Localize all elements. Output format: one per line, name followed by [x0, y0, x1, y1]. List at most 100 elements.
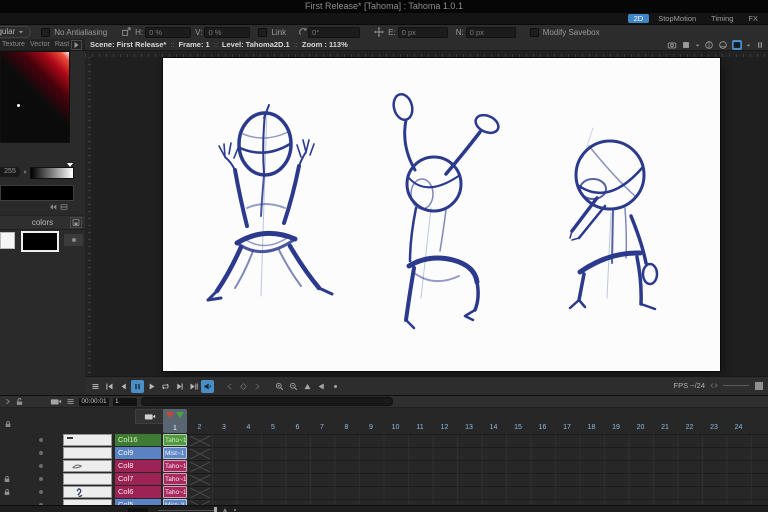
scale-h-field[interactable]: 0 % [145, 27, 191, 38]
frame-number-20[interactable]: 20 [629, 423, 653, 433]
layer-name[interactable]: Col9 [115, 447, 161, 459]
layer-thumbnail[interactable] [63, 473, 112, 485]
frame-number-13[interactable]: 13 [457, 423, 481, 433]
frame-number-10[interactable]: 10 [384, 423, 408, 433]
menu-button[interactable] [89, 380, 102, 393]
sound-button[interactable] [201, 380, 214, 393]
layer-thumbnail[interactable] [63, 434, 112, 446]
chevron-right-icon[interactable] [4, 398, 11, 405]
time-field[interactable]: 00:00:01 [79, 398, 109, 406]
frame-number-9[interactable]: 9 [359, 423, 383, 433]
zoom-step-icon[interactable] [222, 507, 228, 512]
field-guide-button[interactable] [718, 40, 728, 50]
cell-frame-1[interactable]: Taho~1 [163, 434, 187, 446]
layer-name[interactable]: Col16 [115, 434, 161, 446]
frame-field[interactable]: 1 [113, 398, 137, 406]
color-picker-cursor[interactable] [17, 104, 20, 107]
camera-view-button[interactable] [667, 40, 677, 50]
layer-lock-icon[interactable] [3, 488, 11, 496]
camera-icon[interactable] [50, 397, 62, 406]
no-antialiasing-checkbox[interactable] [41, 28, 50, 37]
gradient-slider-handle[interactable] [67, 163, 73, 167]
pause-button[interactable] [131, 380, 144, 393]
layer-thumbnail[interactable] [63, 486, 112, 498]
frame-number-14[interactable]: 14 [482, 423, 506, 433]
layer-visibility-toggle[interactable] [39, 477, 43, 481]
layer-visibility-toggle[interactable] [39, 464, 43, 468]
fps-carets-icon[interactable] [710, 382, 718, 389]
rewind-icon[interactable] [49, 203, 57, 211]
view-mode-caret-icon[interactable] [695, 43, 700, 48]
frame-number-22[interactable]: 22 [678, 423, 702, 433]
cell-frame-1[interactable]: Mist~1 [163, 447, 187, 459]
frame-number-4[interactable]: 4 [237, 423, 261, 433]
frame-number-8[interactable]: 8 [335, 423, 359, 433]
zoom-dot-icon[interactable] [232, 507, 238, 512]
swatch-add-button[interactable] [63, 233, 84, 247]
style-tab-texture[interactable]: Texture [2, 41, 25, 48]
skip-end-button[interactable] [187, 380, 200, 393]
key-marker-button[interactable] [237, 380, 250, 393]
style-tab-vector[interactable]: Vector [30, 41, 50, 48]
camera-column-header[interactable] [135, 409, 164, 424]
zoom-in-button[interactable] [273, 380, 286, 393]
flip-horizontal-button[interactable] [315, 380, 328, 393]
frame-number-7[interactable]: 7 [310, 423, 334, 433]
fps-slider-handle[interactable] [754, 381, 764, 391]
frame-number-1[interactable]: 1 [163, 425, 187, 432]
room-tab-timing[interactable]: Timing [705, 14, 739, 23]
frame-number-15[interactable]: 15 [506, 423, 530, 433]
cell-frame-1[interactable]: Taho~1 [163, 486, 187, 498]
step-forward-button[interactable] [173, 380, 186, 393]
list-icon[interactable] [60, 203, 68, 211]
next-drawing-button[interactable] [251, 380, 264, 393]
unlock-icon[interactable] [15, 397, 24, 406]
current-frame-header[interactable]: 1 [163, 409, 187, 433]
skip-start-button[interactable] [103, 380, 116, 393]
play-button[interactable] [145, 380, 158, 393]
tabs-overflow-button[interactable] [71, 40, 82, 50]
loop-button[interactable] [159, 380, 172, 393]
frame-slider-track[interactable] [141, 397, 393, 406]
reset-view-button[interactable] [329, 380, 342, 393]
safe-area-button[interactable] [704, 40, 714, 50]
frame-number-24[interactable]: 24 [727, 423, 751, 433]
modify-savebox-checkbox[interactable] [530, 28, 539, 37]
frame-number-23[interactable]: 23 [702, 423, 726, 433]
xsheet-zoom-handle[interactable] [214, 507, 217, 512]
layer-lock-icon[interactable] [3, 475, 11, 483]
preview-button[interactable] [732, 40, 742, 50]
style-tab-rast[interactable]: Rast [55, 41, 69, 48]
layer-visibility-toggle[interactable] [39, 438, 43, 442]
frame-number-18[interactable]: 18 [580, 423, 604, 433]
onion-skin-forward-marker[interactable] [176, 412, 184, 418]
step-back-button[interactable] [117, 380, 130, 393]
view-mode-button[interactable] [681, 40, 691, 50]
frame-number-17[interactable]: 17 [555, 423, 579, 433]
selection-type-dropdown[interactable]: ngular [0, 26, 31, 38]
layer-visibility-toggle[interactable] [39, 451, 43, 455]
rotation-field[interactable]: 0° [308, 27, 360, 38]
layer-visibility-toggle[interactable] [39, 490, 43, 494]
pos-e-field[interactable]: 0 px [398, 27, 448, 38]
frame-number-6[interactable]: 6 [286, 423, 310, 433]
cell-frame-1[interactable]: Taho~1 [163, 473, 187, 485]
scale-v-field[interactable]: 0 % [204, 27, 250, 38]
layer-thumbnail[interactable] [63, 447, 112, 459]
drawing-canvas[interactable] [163, 58, 720, 371]
layer-thumbnail[interactable] [63, 460, 112, 472]
flip-vertical-button[interactable] [301, 380, 314, 393]
prev-drawing-button[interactable] [223, 380, 236, 393]
zoom-out-button[interactable] [287, 380, 300, 393]
frame-number-16[interactable]: 16 [531, 423, 555, 433]
menu-icon[interactable] [66, 397, 75, 406]
frame-number-11[interactable]: 11 [408, 423, 432, 433]
cell-frame-1[interactable]: Taho~1 [163, 460, 187, 472]
link-checkbox[interactable] [258, 28, 267, 37]
frame-number-5[interactable]: 5 [261, 423, 285, 433]
layer-name[interactable]: Col7 [115, 473, 161, 485]
pos-n-field[interactable]: 0 px [466, 27, 516, 38]
value-gradient-slider[interactable] [30, 167, 74, 179]
frame-number-12[interactable]: 12 [433, 423, 457, 433]
freeze-button[interactable] [755, 40, 765, 50]
